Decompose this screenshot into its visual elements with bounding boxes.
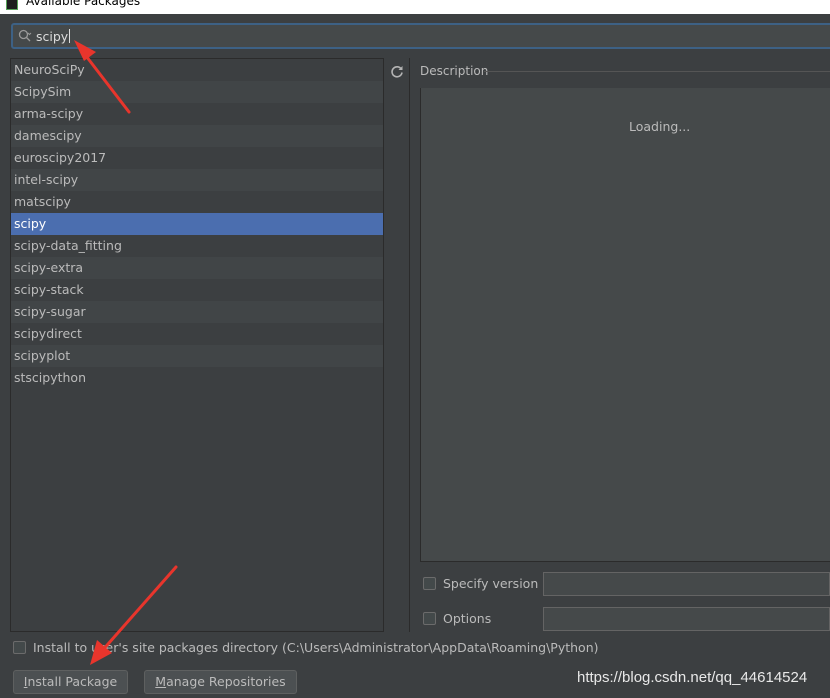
package-list-item[interactable]: scipy-extra — [11, 257, 383, 279]
specify-version-label: Specify version — [443, 576, 539, 591]
package-list-item[interactable]: scipy-data_fitting — [11, 235, 383, 257]
package-list-item[interactable]: scipyplot — [11, 345, 383, 367]
package-list[interactable]: NeuroSciPy ScipySim arma-scipy damescipy eur… — [10, 58, 384, 632]
install-package-button[interactable]: Install Package — [13, 670, 128, 694]
pycharm-app-icon — [6, 0, 18, 10]
refresh-toolbar — [385, 58, 410, 632]
specify-version-checkbox[interactable] — [423, 577, 436, 590]
window-title: Available Packages — [26, 0, 141, 8]
specify-version-field[interactable] — [543, 572, 830, 596]
search-icon — [18, 29, 32, 42]
package-list-item[interactable]: stscipython — [11, 367, 383, 389]
manage-repositories-button[interactable]: Manage Repositories — [144, 670, 297, 694]
loading-text: Loading... — [629, 119, 691, 134]
search-input[interactable]: scipy — [36, 28, 71, 45]
package-list-item[interactable]: scipy — [11, 213, 383, 235]
search-field[interactable]: scipy — [11, 23, 830, 49]
install-to-user-checkbox[interactable] — [13, 641, 26, 654]
package-list-item[interactable]: scipy-stack — [11, 279, 383, 301]
watermark-text: https://blog.csdn.net/qq_44614524 — [577, 669, 808, 686]
package-list-item[interactable]: damescipy — [11, 125, 383, 147]
package-list-item[interactable]: scipy-sugar — [11, 301, 383, 323]
refresh-icon[interactable] — [390, 64, 404, 78]
description-panel — [420, 88, 830, 562]
description-label: Description — [420, 64, 489, 78]
package-list-item[interactable]: euroscipy2017 — [11, 147, 383, 169]
options-checkbox[interactable] — [423, 612, 436, 625]
options-label: Options — [443, 611, 492, 626]
package-list-item[interactable]: matscipy — [11, 191, 383, 213]
install-to-user-label: Install to user's site packages director… — [33, 640, 599, 655]
package-list-item[interactable]: arma-scipy — [11, 103, 383, 125]
package-list-item[interactable]: ScipySim — [11, 81, 383, 103]
package-list-item[interactable]: intel-scipy — [11, 169, 383, 191]
options-field[interactable] — [543, 607, 830, 631]
window-titlebar: Available Packages — [0, 0, 830, 14]
package-list-item[interactable]: NeuroSciPy — [11, 59, 383, 81]
text-caret — [69, 29, 71, 43]
description-divider — [484, 71, 830, 72]
package-list-item[interactable]: scipydirect — [11, 323, 383, 345]
